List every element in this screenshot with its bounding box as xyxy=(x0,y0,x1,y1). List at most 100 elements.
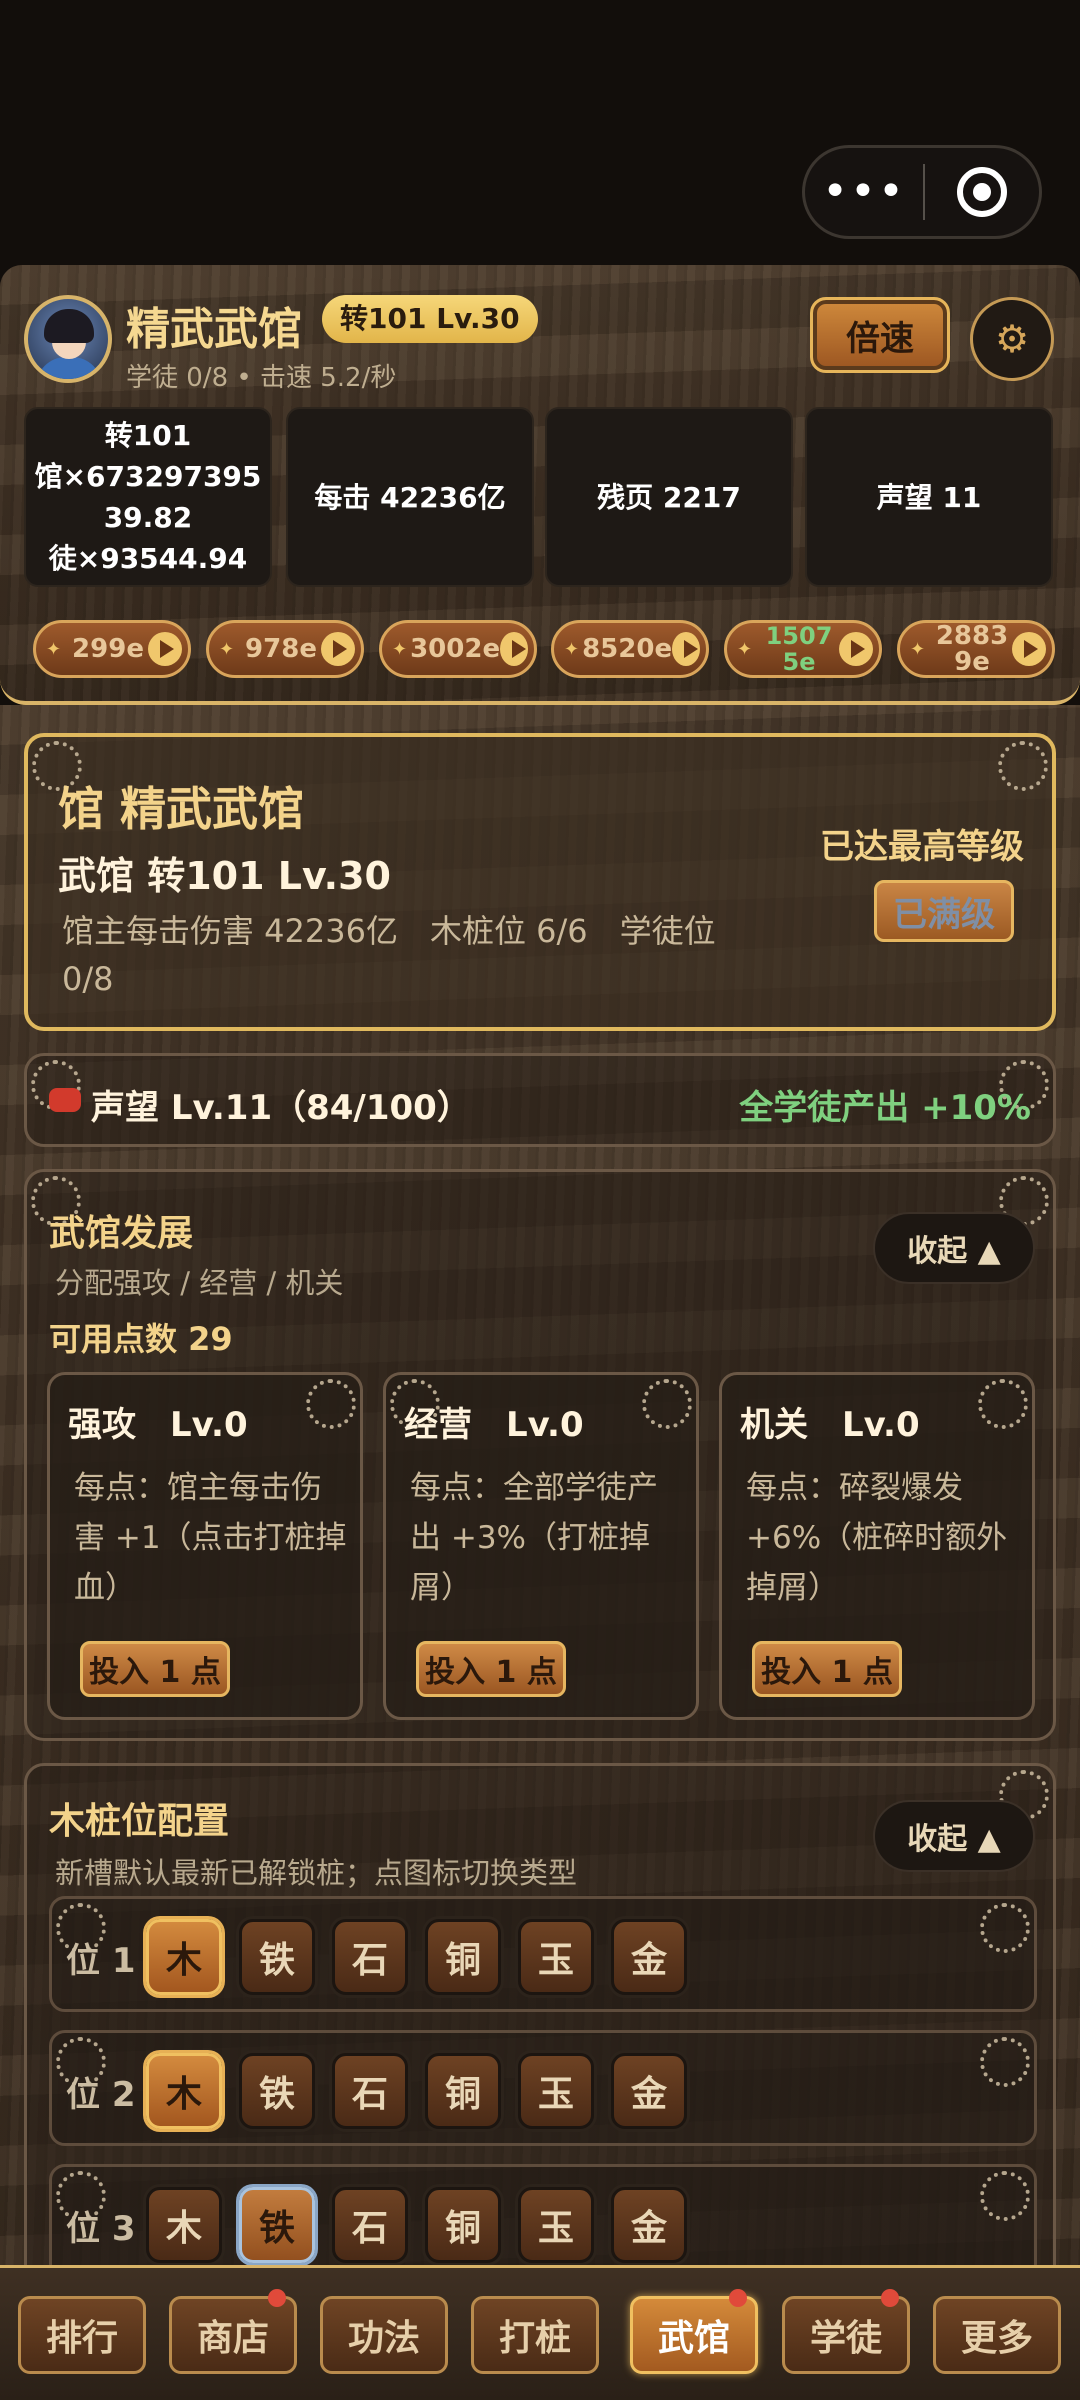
stake-type-iron[interactable]: 铁 xyxy=(239,1919,315,1995)
stake-type-copper[interactable]: 铜 xyxy=(425,1919,501,1995)
nav-label: 排行 xyxy=(45,2318,118,2359)
resource-icon: ✦ xyxy=(910,638,926,660)
reputation-bonus: 全学徒产出 +10% xyxy=(739,1088,1031,1128)
corner-ornament-icon xyxy=(980,2171,1030,2221)
stat-line: 馆×673297395 xyxy=(34,460,262,493)
sub-info: 学徒 0/8 • 击速 5.2/秒 xyxy=(126,363,397,393)
slot-label: 位 3 xyxy=(66,2209,136,2249)
development-subtitle: 分配强攻 / 经营 / 机关 xyxy=(55,1266,344,1300)
player-header: 精武武馆 转101 Lv.30 学徒 0/8 • 击速 5.2/秒 倍速 ⚙ 转… xyxy=(0,265,1080,705)
max-level-label: 已达最高等级 xyxy=(820,827,1024,867)
stat-pages: 残页 2217 xyxy=(545,407,793,587)
corner-ornament-icon xyxy=(980,1903,1030,1953)
stake-type-wood[interactable]: 木 xyxy=(146,2187,222,2263)
resource-icon: ✦ xyxy=(392,638,408,660)
settings-button[interactable]: ⚙ xyxy=(970,297,1054,381)
nav-more[interactable]: 更多 xyxy=(933,2296,1061,2374)
stat-line: 每击 42236亿 xyxy=(314,480,506,514)
stake-slot-row: 位 1 木 铁 石 铜 玉 金 xyxy=(49,1896,1037,2012)
nav-skills[interactable]: 功法 xyxy=(320,2296,448,2374)
maxed-button[interactable]: 已满级 xyxy=(874,880,1014,942)
avatar[interactable] xyxy=(24,295,112,383)
stake-type-copper[interactable]: 铜 xyxy=(425,2053,501,2129)
development-card: 武馆发展 分配强攻 / 经营 / 机关 可用点数 29 收起 ▲ 强攻 Lv.0… xyxy=(24,1169,1056,1741)
play-icon[interactable] xyxy=(148,632,182,666)
stake-slot-row: 位 3 木 铁 石 铜 玉 金 xyxy=(49,2164,1037,2280)
stake-slot-row: 位 2 木 铁 石 铜 玉 金 xyxy=(49,2030,1037,2146)
invest-point-button[interactable]: 投入 1 点 xyxy=(416,1641,566,1697)
upgrade-desc: 每点：馆主每击伤害 +1（点击打桩掉血） xyxy=(74,1470,347,1606)
nav-training[interactable]: 打桩 xyxy=(471,2296,599,2374)
stake-type-wood[interactable]: 木 xyxy=(146,2053,222,2129)
more-menu-button[interactable]: ••• xyxy=(805,145,923,239)
collapse-slots-button[interactable]: 收起 ▲ xyxy=(873,1800,1035,1872)
corner-ornament-icon xyxy=(306,1379,356,1429)
invest-point-button[interactable]: 投入 1 点 xyxy=(80,1641,230,1697)
stake-slot-subtitle: 新槽默认最新已解锁桩；点图标切换类型 xyxy=(55,1856,578,1890)
collapse-development-button[interactable]: 收起 ▲ xyxy=(873,1212,1035,1284)
play-icon[interactable] xyxy=(672,632,700,666)
stake-slot-card: 木桩位配置 新槽默认最新已解锁桩；点图标切换类型 收起 ▲ 位 1 木 铁 石 … xyxy=(24,1763,1056,2323)
gym-card-desc: 馆主每击伤害 42236亿 木桩位 6/6 学徒位 0/8 xyxy=(62,912,716,998)
resource-value-line: 9e xyxy=(954,647,990,677)
nav-gym[interactable]: 武馆 xyxy=(630,2289,758,2374)
nav-ranking[interactable]: 排行 xyxy=(18,2296,146,2374)
resource-pill[interactable]: ✦ 8520e xyxy=(551,620,709,678)
notification-dot xyxy=(881,2289,899,2307)
target-icon xyxy=(957,167,1007,217)
upgrade-name: 经营 Lv.0 xyxy=(404,1405,584,1445)
play-icon[interactable] xyxy=(839,632,873,666)
stake-type-stone[interactable]: 石 xyxy=(332,1919,408,1995)
play-icon[interactable] xyxy=(500,632,528,666)
resource-value-line: 1507 xyxy=(765,622,833,650)
reputation-level: 声望 Lv.11（84/100） xyxy=(91,1088,471,1128)
stat-line: 徒×93544.94 xyxy=(48,542,248,575)
stake-type-gold[interactable]: 金 xyxy=(611,2187,687,2263)
upgrade-name: 强攻 Lv.0 xyxy=(68,1405,248,1445)
stake-type-iron[interactable]: 铁 xyxy=(239,2187,315,2263)
level-badge: 转101 Lv.30 xyxy=(322,295,538,343)
slot-label: 位 2 xyxy=(66,2075,136,2115)
available-points: 可用点数 29 xyxy=(49,1320,233,1358)
corner-ornament-icon xyxy=(998,741,1048,791)
resource-pill[interactable]: ✦ 978e xyxy=(206,620,364,678)
resource-pill[interactable]: ✦ 299e xyxy=(33,620,191,678)
play-icon[interactable] xyxy=(321,632,355,666)
resource-pill[interactable]: ✦ 3002e xyxy=(379,620,537,678)
play-icon[interactable] xyxy=(1012,632,1046,666)
corner-ornament-icon xyxy=(978,1379,1028,1429)
main-scroll-area[interactable]: 馆 精武武馆 武馆 转101 Lv.30 馆主每击伤害 42236亿 木桩位 6… xyxy=(0,705,1080,2323)
upgrade-name: 机关 Lv.0 xyxy=(740,1405,920,1445)
development-title: 武馆发展 xyxy=(49,1213,194,1254)
resource-icon: ✦ xyxy=(737,638,753,660)
stake-type-copper[interactable]: 铜 xyxy=(425,2187,501,2263)
invest-point-button[interactable]: 投入 1 点 xyxy=(752,1641,902,1697)
nav-apprentice[interactable]: 学徒 xyxy=(782,2289,910,2374)
gym-name: 精武武馆 xyxy=(126,304,302,355)
stake-type-jade[interactable]: 玉 xyxy=(518,2053,594,2129)
nav-label: 商店 xyxy=(196,2318,269,2359)
stake-type-stone[interactable]: 石 xyxy=(332,2187,408,2263)
stake-type-iron[interactable]: 铁 xyxy=(239,2053,315,2129)
nav-shop[interactable]: 商店 xyxy=(169,2289,297,2374)
reputation-icon xyxy=(49,1088,81,1112)
stat-line: 残页 2217 xyxy=(597,480,741,514)
stake-type-jade[interactable]: 玉 xyxy=(518,2187,594,2263)
resource-pill[interactable]: ✦ 1507 5e xyxy=(724,620,882,678)
stake-type-jade[interactable]: 玉 xyxy=(518,1919,594,1995)
nav-label: 打桩 xyxy=(498,2318,571,2359)
close-miniprogram-button[interactable] xyxy=(925,167,1039,217)
stat-line: 39.82 xyxy=(103,501,193,534)
gym-card-title: 馆 精武武馆 xyxy=(58,782,305,836)
stat-line: 声望 11 xyxy=(876,480,982,514)
stake-type-stone[interactable]: 石 xyxy=(332,2053,408,2129)
speed-button[interactable]: 倍速 xyxy=(810,297,950,373)
stake-type-gold[interactable]: 金 xyxy=(611,2053,687,2129)
nav-label: 功法 xyxy=(347,2318,420,2359)
resource-pill[interactable]: ✦ 2883 9e xyxy=(897,620,1055,678)
stake-slot-title: 木桩位配置 xyxy=(49,1801,230,1842)
upgrade-card-mechanism: 机关 Lv.0 每点：碎裂爆发 +6%（桩碎时额外掉屑） 投入 1 点 xyxy=(719,1372,1035,1720)
stake-type-wood[interactable]: 木 xyxy=(146,1919,222,1995)
nav-label: 学徒 xyxy=(809,2318,882,2359)
stake-type-gold[interactable]: 金 xyxy=(611,1919,687,1995)
